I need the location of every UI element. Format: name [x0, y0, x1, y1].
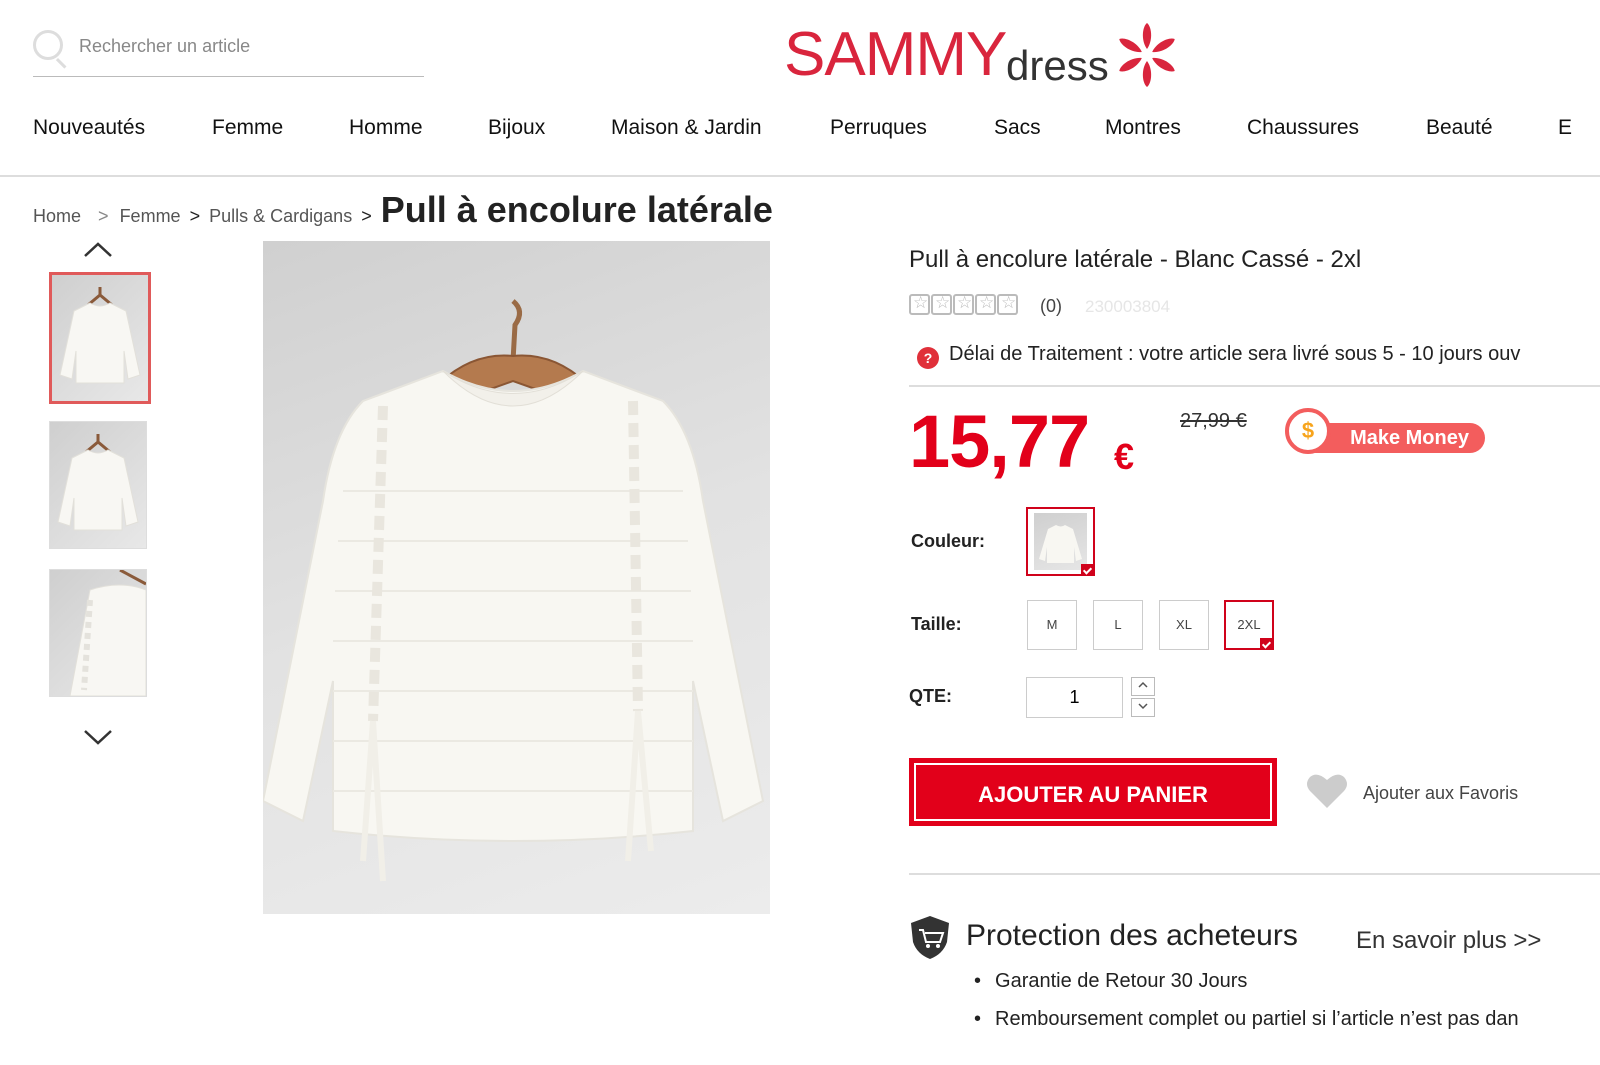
protection-bullet: Remboursement complet ou partiel si l’ar…: [974, 1008, 1519, 1031]
star-icon: [953, 293, 974, 315]
alarm-clock-coin-icon: $: [1285, 408, 1331, 454]
processing-delay-text: Délai de Traitement : votre article sera…: [949, 343, 1521, 365]
quantity-increment-button[interactable]: [1131, 677, 1155, 696]
gallery-thumbnail-1[interactable]: [49, 272, 151, 404]
sweater-thumbnail-image: [57, 434, 139, 531]
chevron-down-icon: [1138, 703, 1148, 710]
add-to-cart-button[interactable]: AJOUTER AU PANIER: [909, 758, 1277, 826]
original-price: 27,99 €: [1180, 410, 1247, 432]
size-option-xl[interactable]: XL: [1159, 600, 1209, 650]
heart-icon: [1307, 774, 1347, 808]
divider: [909, 385, 1600, 387]
flower-logo-icon: [1119, 23, 1175, 87]
quantity-input[interactable]: [1026, 677, 1123, 718]
breadcrumb-pulls[interactable]: Pulls & Cardigans: [209, 206, 352, 226]
selected-check-icon: [1260, 638, 1274, 650]
review-count[interactable]: (0): [1040, 296, 1062, 317]
breadcrumb-separator: >: [98, 206, 109, 226]
nav-item-perruques[interactable]: Perruques: [830, 116, 927, 140]
search-input[interactable]: [79, 36, 409, 57]
selected-check-icon: [1081, 564, 1095, 576]
color-swatch-blanc-casse[interactable]: [1026, 507, 1095, 576]
nav-item-bijoux[interactable]: Bijoux: [488, 116, 545, 140]
color-swatch-image: [1034, 513, 1087, 570]
main-product-image[interactable]: [263, 241, 770, 914]
size-option-2xl[interactable]: 2XL: [1224, 600, 1274, 650]
protection-bullet: Garantie de Retour 30 Jours: [974, 970, 1247, 993]
sweater-image: [263, 299, 765, 882]
breadcrumb: Home > Femme > Pulls & Cardigans > Pull …: [33, 189, 773, 231]
breadcrumb-separator: >: [189, 206, 201, 226]
breadcrumb-home[interactable]: Home: [33, 206, 81, 226]
rating-stars[interactable]: [909, 293, 1019, 320]
breadcrumb-femme[interactable]: Femme: [120, 206, 181, 226]
nav-divider: [0, 175, 1600, 177]
star-icon: [931, 293, 952, 315]
chevron-up-icon[interactable]: [83, 240, 113, 260]
logo-primary: SAMMY: [784, 20, 1007, 89]
learn-more-link[interactable]: En savoir plus >>: [1356, 927, 1541, 955]
size-option-m[interactable]: M: [1027, 600, 1077, 650]
star-icon: [975, 293, 996, 315]
make-money-badge[interactable]: Make Money $: [1285, 406, 1490, 458]
current-price: 15,77: [909, 400, 1090, 483]
nav-item-montres[interactable]: Montres: [1105, 116, 1181, 140]
quantity-label: QTE:: [909, 686, 952, 706]
add-to-favorites-button[interactable]: Ajouter aux Favoris: [1306, 772, 1518, 815]
color-label: Couleur:: [911, 531, 985, 551]
chevron-up-icon: [1138, 681, 1148, 688]
add-to-cart-label: AJOUTER AU PANIER: [914, 763, 1272, 821]
main-nav: Nouveautés Femme Homme Bijoux Maison & J…: [0, 112, 1600, 148]
star-icon: [997, 293, 1018, 315]
question-icon[interactable]: ?: [917, 347, 939, 369]
product-title: Pull à encolure latérale - Blanc Cassé -…: [909, 246, 1362, 273]
add-to-favorites-label: Ajouter aux Favoris: [1363, 783, 1519, 803]
divider: [909, 873, 1600, 875]
size-option-2xl-label: 2XL: [1237, 617, 1261, 632]
breadcrumb-separator: >: [361, 206, 372, 226]
nav-item-beaute[interactable]: Beauté: [1426, 116, 1493, 140]
price-currency: €: [1114, 436, 1135, 477]
buyer-protection-title: Protection des acheteurs: [966, 919, 1298, 952]
nav-item-femme[interactable]: Femme: [212, 116, 283, 140]
star-icon: [909, 293, 930, 315]
nav-item-cut[interactable]: E: [1558, 116, 1572, 140]
shield-cart-icon: [911, 916, 949, 959]
search-bar[interactable]: [33, 28, 424, 77]
buyer-protection: Protection des acheteurs: [909, 914, 1298, 965]
chevron-down-icon[interactable]: [83, 727, 113, 747]
gallery-thumbnail-2[interactable]: [49, 421, 147, 549]
size-label: Taille:: [911, 614, 962, 634]
quantity-decrement-button[interactable]: [1131, 698, 1155, 717]
nav-item-homme[interactable]: Homme: [349, 116, 423, 140]
nav-item-maison-jardin[interactable]: Maison & Jardin: [611, 116, 762, 140]
breadcrumb-current: Pull à encolure latérale: [380, 189, 773, 230]
sweater-thumbnail-image: [59, 287, 141, 384]
nav-item-nouveautes[interactable]: Nouveautés: [33, 116, 145, 140]
sweater-detail-thumbnail-image: [69, 570, 146, 696]
search-icon[interactable]: [33, 30, 63, 60]
product-sku: 230003804: [1085, 297, 1171, 316]
nav-item-sacs[interactable]: Sacs: [994, 116, 1041, 140]
nav-item-chaussures[interactable]: Chaussures: [1247, 116, 1359, 140]
logo-secondary: dress: [1006, 42, 1109, 89]
gallery-thumbnail-3[interactable]: [49, 569, 147, 697]
size-option-l[interactable]: L: [1093, 600, 1143, 650]
processing-delay: ? Délai de Traitement : votre article ser…: [917, 343, 1520, 369]
